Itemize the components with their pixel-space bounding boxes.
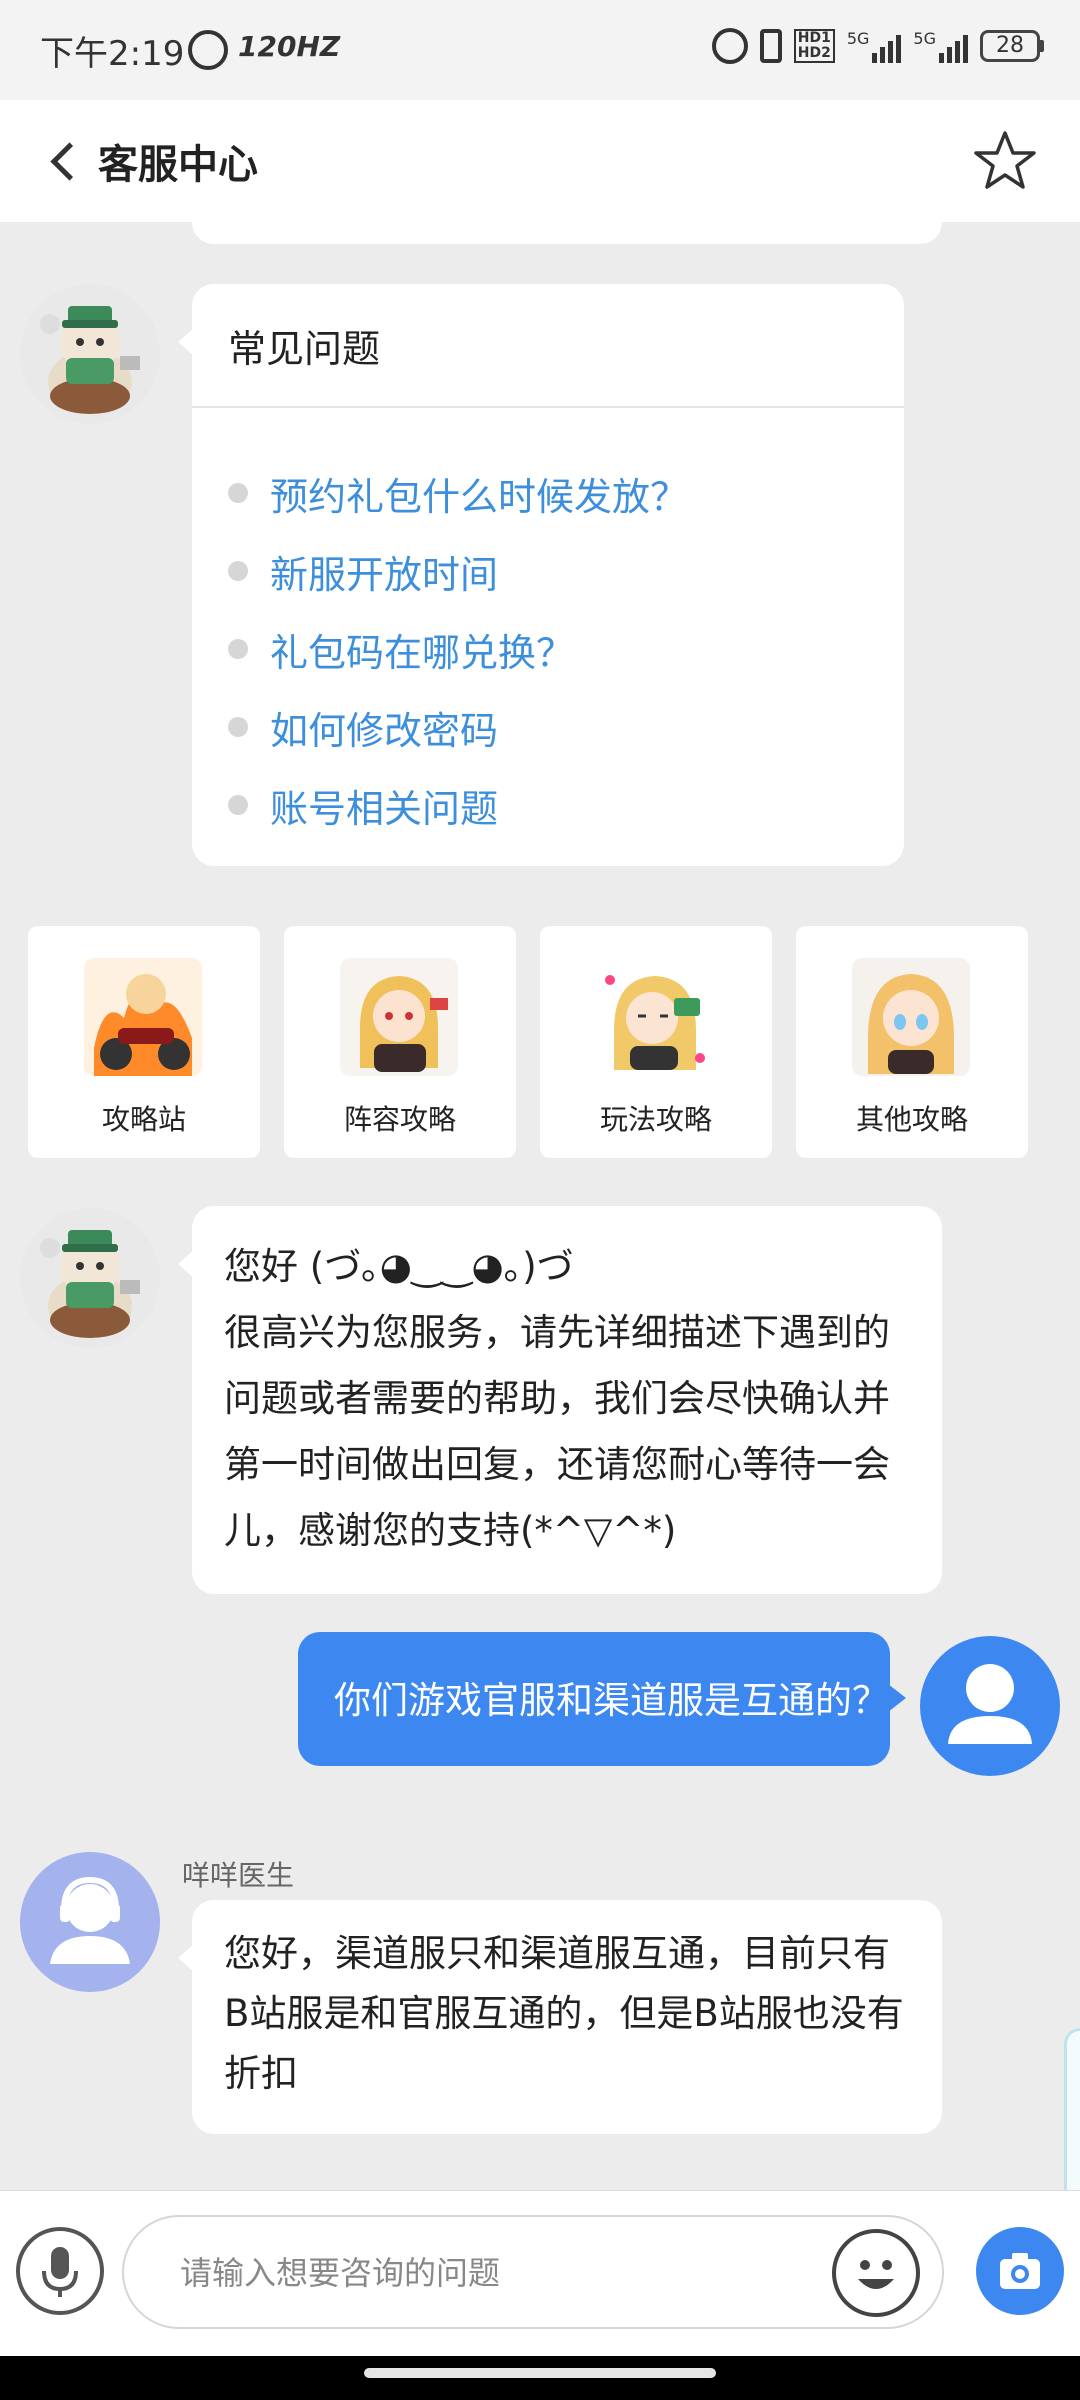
alarm-icon xyxy=(711,28,748,64)
emoji-icon xyxy=(858,2260,894,2289)
guide-tile-other[interactable]: 其他攻略 xyxy=(796,926,1028,1158)
camera-button[interactable] xyxy=(976,2227,1064,2315)
agent-avatar xyxy=(20,1852,160,1992)
floating-side-tab[interactable] xyxy=(1064,2028,1080,2190)
app-header: 客服中心 xyxy=(0,100,1080,222)
greeting-body: 很高兴为您服务，请先详细描述下遇到的问题或者需要的帮助，我们会尽快确认并第一时间… xyxy=(224,1311,890,1552)
faq-list: 预约礼包什么时候发放？ 新服开放时间 礼包码在哪兑换？ 如何修改密码 账号相关问… xyxy=(228,454,688,844)
agent-reply-text: 您好，渠道服只和渠道服互通，目前只有B站服是和官服互通的，但是B站服也没有折扣 xyxy=(224,1932,904,2095)
message-input[interactable] xyxy=(180,2247,740,2299)
bullet-icon xyxy=(228,561,248,581)
faq-item[interactable]: 预约礼包什么时候发放？ xyxy=(228,454,688,532)
message-input-container[interactable] xyxy=(122,2215,944,2329)
user-avatar[interactable] xyxy=(920,1636,1060,1776)
battery-icon: 28 xyxy=(980,30,1044,62)
back-icon[interactable] xyxy=(42,138,82,184)
chat-area[interactable]: 常见问题 预约礼包什么时候发放？ 新服开放时间 礼包码在哪兑换？ 如何修改密码 … xyxy=(0,222,1080,2190)
greeting-line: 您好 (づ｡◕‿‿◕｡)づ xyxy=(224,1245,574,1288)
guide-tile-lineup[interactable]: 阵容攻略 xyxy=(284,926,516,1158)
guide-tile-strategy-site[interactable]: 攻略站 xyxy=(28,926,260,1158)
microphone-icon xyxy=(42,2247,78,2297)
faq-title: 常见问题 xyxy=(228,327,381,371)
faq-divider xyxy=(192,406,904,408)
previous-message-bubble xyxy=(192,222,942,244)
signal-icon-2: 5G xyxy=(913,29,968,63)
hd-call-icon: HD1 HD2 xyxy=(793,29,835,63)
user-message-bubble: 你们游戏官服和渠道服是互通的？ xyxy=(298,1632,906,1766)
faq-link[interactable]: 如何修改密码 xyxy=(270,700,498,755)
home-indicator[interactable] xyxy=(364,2368,716,2378)
signal-icon: 5G xyxy=(847,29,902,63)
bullet-icon xyxy=(228,639,248,659)
character-cheer-illustration xyxy=(340,958,458,1076)
guide-tile-gameplay[interactable]: 玩法攻略 xyxy=(540,926,772,1158)
star-icon[interactable] xyxy=(972,128,1038,194)
faq-item[interactable]: 新服开放时间 xyxy=(228,532,688,610)
faq-link[interactable]: 新服开放时间 xyxy=(270,544,498,599)
status-time: 下午2:19 xyxy=(40,34,185,74)
tile-label: 玩法攻略 xyxy=(599,1103,712,1136)
agent-silhouette-icon xyxy=(20,1852,160,1992)
bot-avatar xyxy=(20,1208,160,1348)
voice-button[interactable] xyxy=(16,2227,104,2315)
status-icons: HD1 HD2 5G 5G 28 xyxy=(711,28,1044,64)
refresh-rate-label: 120HZ xyxy=(238,30,341,63)
faq-link[interactable]: 预约礼包什么时候发放？ xyxy=(270,466,688,521)
tile-label: 其他攻略 xyxy=(855,1103,968,1136)
tile-label: 阵容攻略 xyxy=(343,1103,456,1136)
page-title: 客服中心 xyxy=(98,142,258,188)
system-nav-bar xyxy=(0,2356,1080,2400)
camera-icon xyxy=(1000,2253,1040,2289)
bullet-icon xyxy=(228,483,248,503)
agent-reply-bubble: 您好，渠道服只和渠道服互通，目前只有B站服是和官服互通的，但是B站服也没有折扣 xyxy=(178,1900,942,2134)
emoji-button[interactable] xyxy=(832,2229,920,2317)
faq-item[interactable]: 礼包码在哪兑换？ xyxy=(228,610,688,688)
bullet-icon xyxy=(228,795,248,815)
bullet-icon xyxy=(228,717,248,737)
status-bar: 下午2:19 120HZ HD1 HD2 5G 5G 28 xyxy=(0,0,1080,100)
bot-greeting-bubble: 您好 (づ｡◕‿‿◕｡)づ 很高兴为您服务，请先详细描述下遇到的问题或者需要的帮… xyxy=(178,1206,942,1594)
faq-link[interactable]: 礼包码在哪兑换？ xyxy=(270,622,574,677)
faq-card: 常见问题 预约礼包什么时候发放？ 新服开放时间 礼包码在哪兑换？ 如何修改密码 … xyxy=(178,284,904,866)
user-silhouette-icon xyxy=(924,1640,1056,1772)
agent-name: 咩咩医生 xyxy=(182,1859,295,1892)
faq-item[interactable]: 账号相关问题 xyxy=(228,766,688,844)
user-message-text: 你们游戏官服和渠道服是互通的？ xyxy=(334,1679,889,1722)
tile-label: 攻略站 xyxy=(101,1103,186,1136)
bot-avatar xyxy=(20,284,160,424)
aperture-icon xyxy=(188,30,228,70)
faq-link[interactable]: 账号相关问题 xyxy=(270,778,498,833)
input-bar xyxy=(0,2190,1080,2356)
character-wink-illustration xyxy=(596,958,714,1076)
character-cry-illustration xyxy=(852,958,970,1076)
faq-item[interactable]: 如何修改密码 xyxy=(228,688,688,766)
vibrate-icon xyxy=(759,29,782,63)
character-moto-illustration xyxy=(84,958,202,1076)
